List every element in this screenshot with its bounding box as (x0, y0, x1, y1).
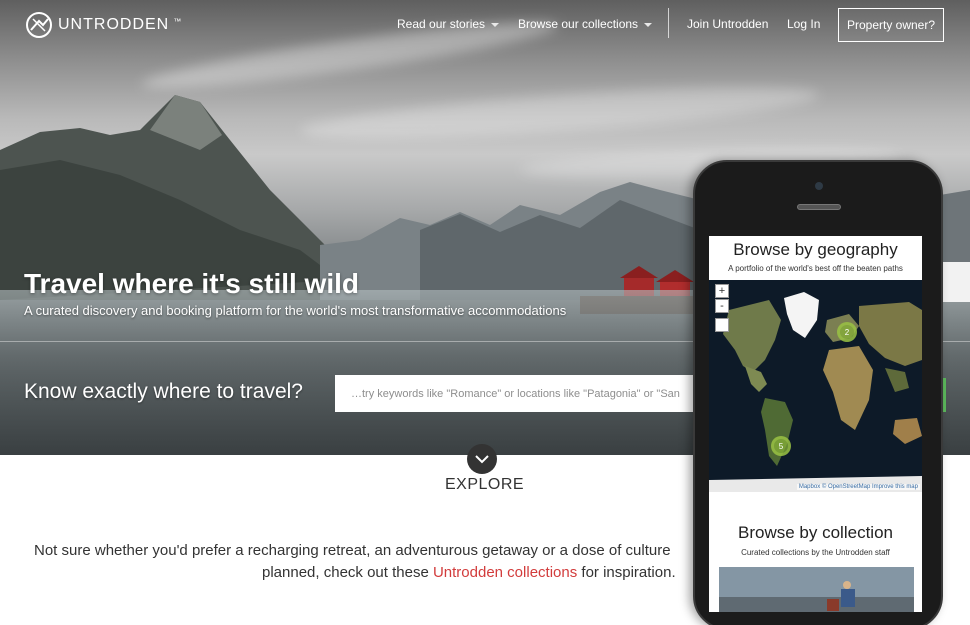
top-navigation: UNTRODDEN ™ Read our stories Browse our c… (0, 0, 970, 48)
compass-logo-icon (26, 12, 52, 38)
hiker-photo (719, 567, 914, 612)
explore-button[interactable] (467, 444, 497, 474)
caret-down-icon (644, 23, 653, 27)
nav-browse-collections[interactable]: Browse our collections (518, 17, 653, 31)
nav-login-label: Log In (787, 17, 821, 31)
collection-subtitle: Curated collections by the Untrodden sta… (741, 548, 890, 557)
nav-join[interactable]: Join Untrodden (687, 17, 768, 31)
map-cluster-marker[interactable]: 5 (771, 436, 791, 456)
world-map[interactable]: + - 2 5 Mapbox © OpenStreetMap Improve t… (709, 280, 922, 492)
collection-image[interactable] (719, 567, 914, 612)
trademark: ™ (173, 16, 182, 26)
explore-label: EXPLORE (445, 476, 525, 493)
hero-subtitle: A curated discovery and booking platform… (24, 303, 567, 318)
intro-line-2-prefix: planned, check out these (262, 564, 433, 581)
nav-browse-collections-label: Browse our collections (518, 17, 639, 31)
intro-line-1: Not sure whether you'd prefer a rechargi… (34, 542, 671, 559)
brand-logo[interactable]: UNTRODDEN ™ (24, 10, 181, 40)
zoom-out-button[interactable]: - (715, 299, 729, 313)
search-prompt: Know exactly where to travel? (24, 380, 303, 403)
geography-title: Browse by geography (733, 240, 898, 259)
collections-link[interactable]: Untrodden collections (433, 564, 577, 581)
zoom-in-button[interactable]: + (715, 284, 729, 298)
geography-subtitle: A portfolio of the world's best off the … (728, 264, 903, 273)
map-cluster-marker[interactable]: 2 (837, 322, 857, 342)
fullscreen-button[interactable] (715, 318, 729, 332)
nav-read-stories[interactable]: Read our stories (397, 17, 500, 31)
nav-login[interactable]: Log In (787, 17, 820, 31)
house-sliver (942, 262, 970, 302)
phone-screen: Browse by geography A portfolio of the w… (709, 236, 922, 612)
search-input[interactable] (335, 375, 715, 412)
world-map-graphic (709, 280, 922, 492)
hero-title: Travel where it's still wild (24, 268, 360, 299)
phone-camera (815, 182, 823, 190)
map-attribution[interactable]: Mapbox © OpenStreetMap Improve this map (796, 484, 920, 490)
nav-divider (668, 8, 669, 38)
property-owner-button[interactable]: Property owner? (838, 8, 944, 42)
brand-name: UNTRODDEN (58, 16, 170, 33)
intro-line-2-suffix: for inspiration. (577, 564, 676, 581)
phone-speaker (797, 204, 841, 210)
caret-down-icon (491, 23, 500, 27)
nav-join-label: Join Untrodden (687, 17, 769, 31)
nav-read-stories-label: Read our stories (397, 17, 486, 31)
collection-title: Browse by collection (738, 523, 893, 542)
chevron-down-icon (475, 454, 489, 463)
intro-line-2: planned, check out these Untrodden colle… (262, 562, 676, 584)
